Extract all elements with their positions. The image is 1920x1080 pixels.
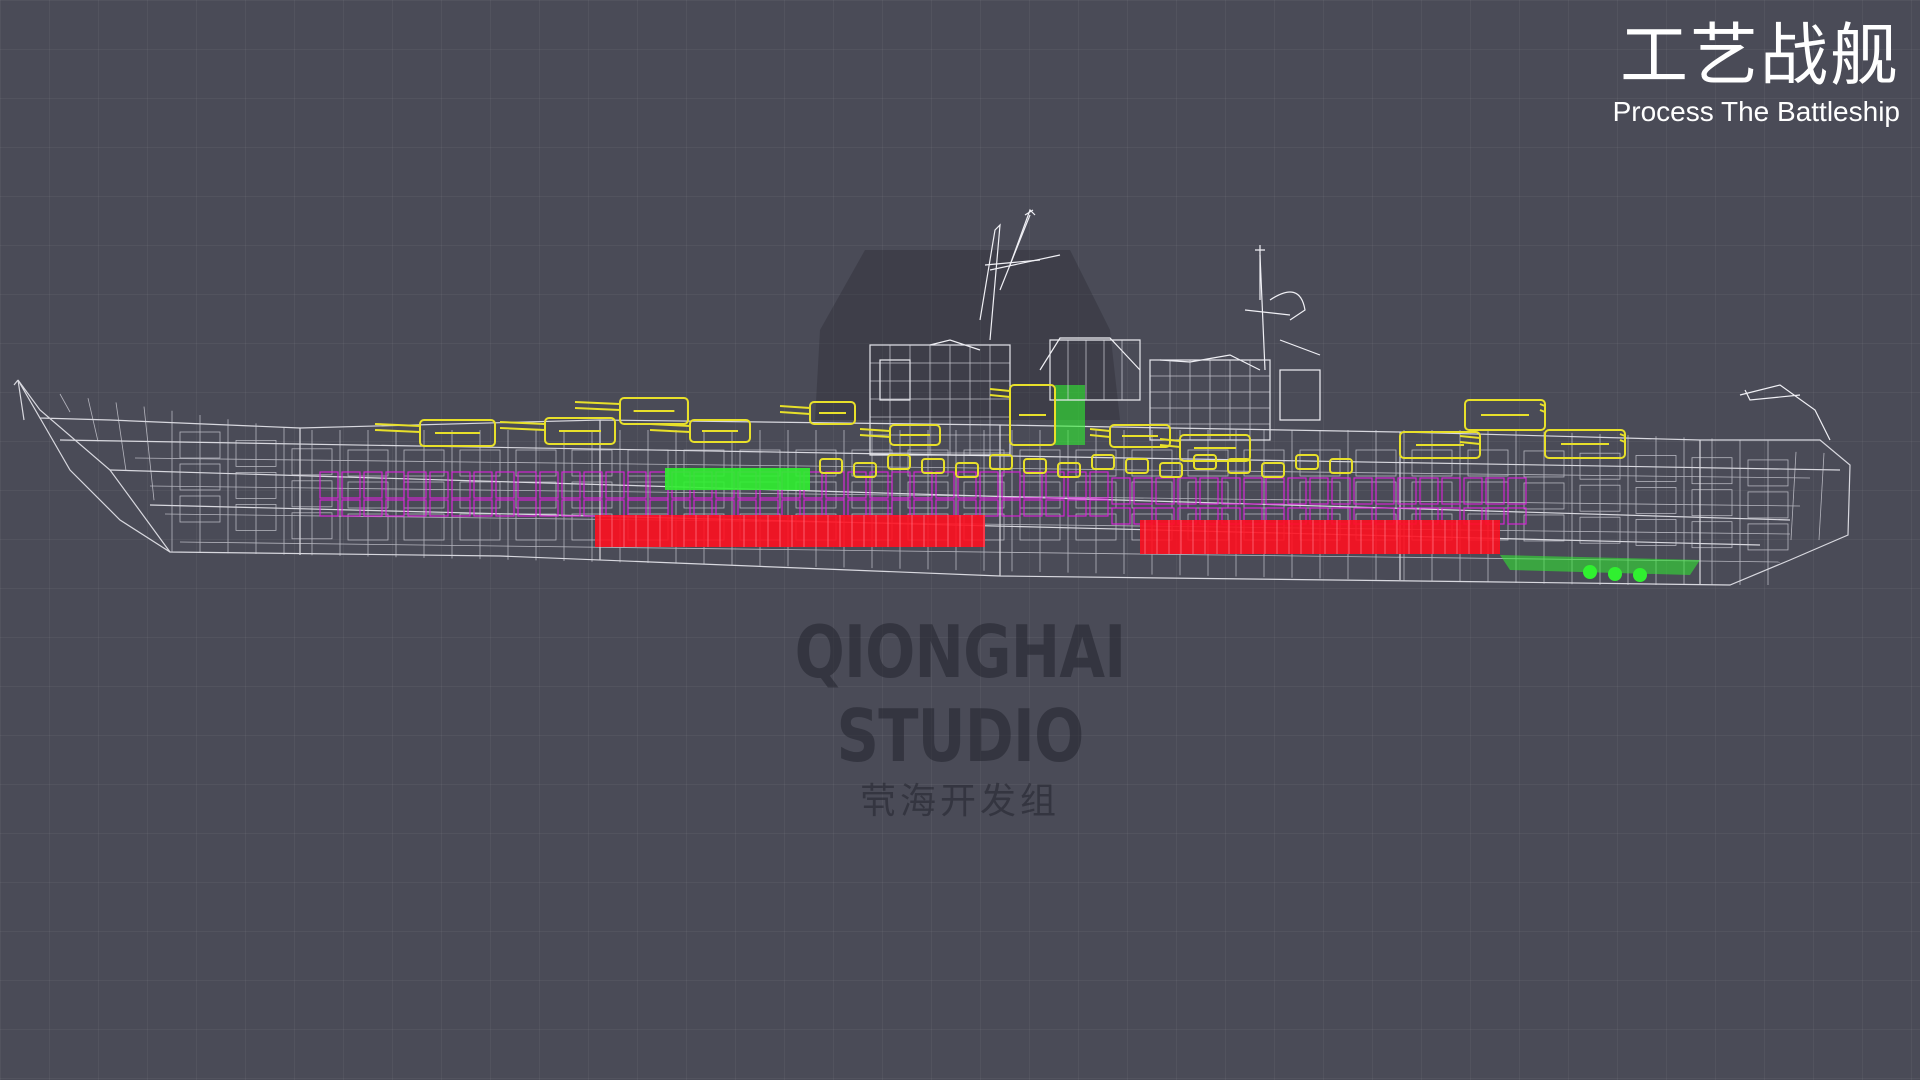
game-title-en: Process The Battleship — [1612, 96, 1900, 127]
hull-frames — [59, 393, 1825, 585]
gun-turret — [1159, 434, 1251, 462]
game-title-zh: 工艺战舰 — [1619, 17, 1900, 96]
secondary-mount — [921, 458, 945, 474]
secondary-mount — [1295, 454, 1319, 470]
studio-watermark: QIONGHAI STUDIO 茕海开发组 — [730, 610, 1190, 824]
secondary-mount — [1261, 462, 1285, 478]
gun-turret — [1464, 399, 1546, 431]
3d-viewport[interactable] — [0, 0, 1920, 1080]
magazine-blocks — [595, 515, 1500, 554]
secondary-mount — [1125, 458, 1149, 474]
secondary-mount — [989, 454, 1013, 470]
battleship-wireframe-model — [13, 208, 1851, 586]
studio-name-en: QIONGHAI STUDIO — [794, 610, 1127, 778]
gun-turret — [1544, 429, 1626, 459]
studio-name-zh: 茕海开发组 — [859, 781, 1060, 822]
secondary-mount — [1057, 462, 1081, 478]
gun-turret — [499, 417, 616, 445]
title-block: 工艺战舰 Process The Battleship — [1613, 18, 1900, 128]
secondary-mount — [955, 462, 979, 478]
secondary-mount — [1023, 458, 1047, 474]
secondary-mount — [853, 462, 877, 478]
